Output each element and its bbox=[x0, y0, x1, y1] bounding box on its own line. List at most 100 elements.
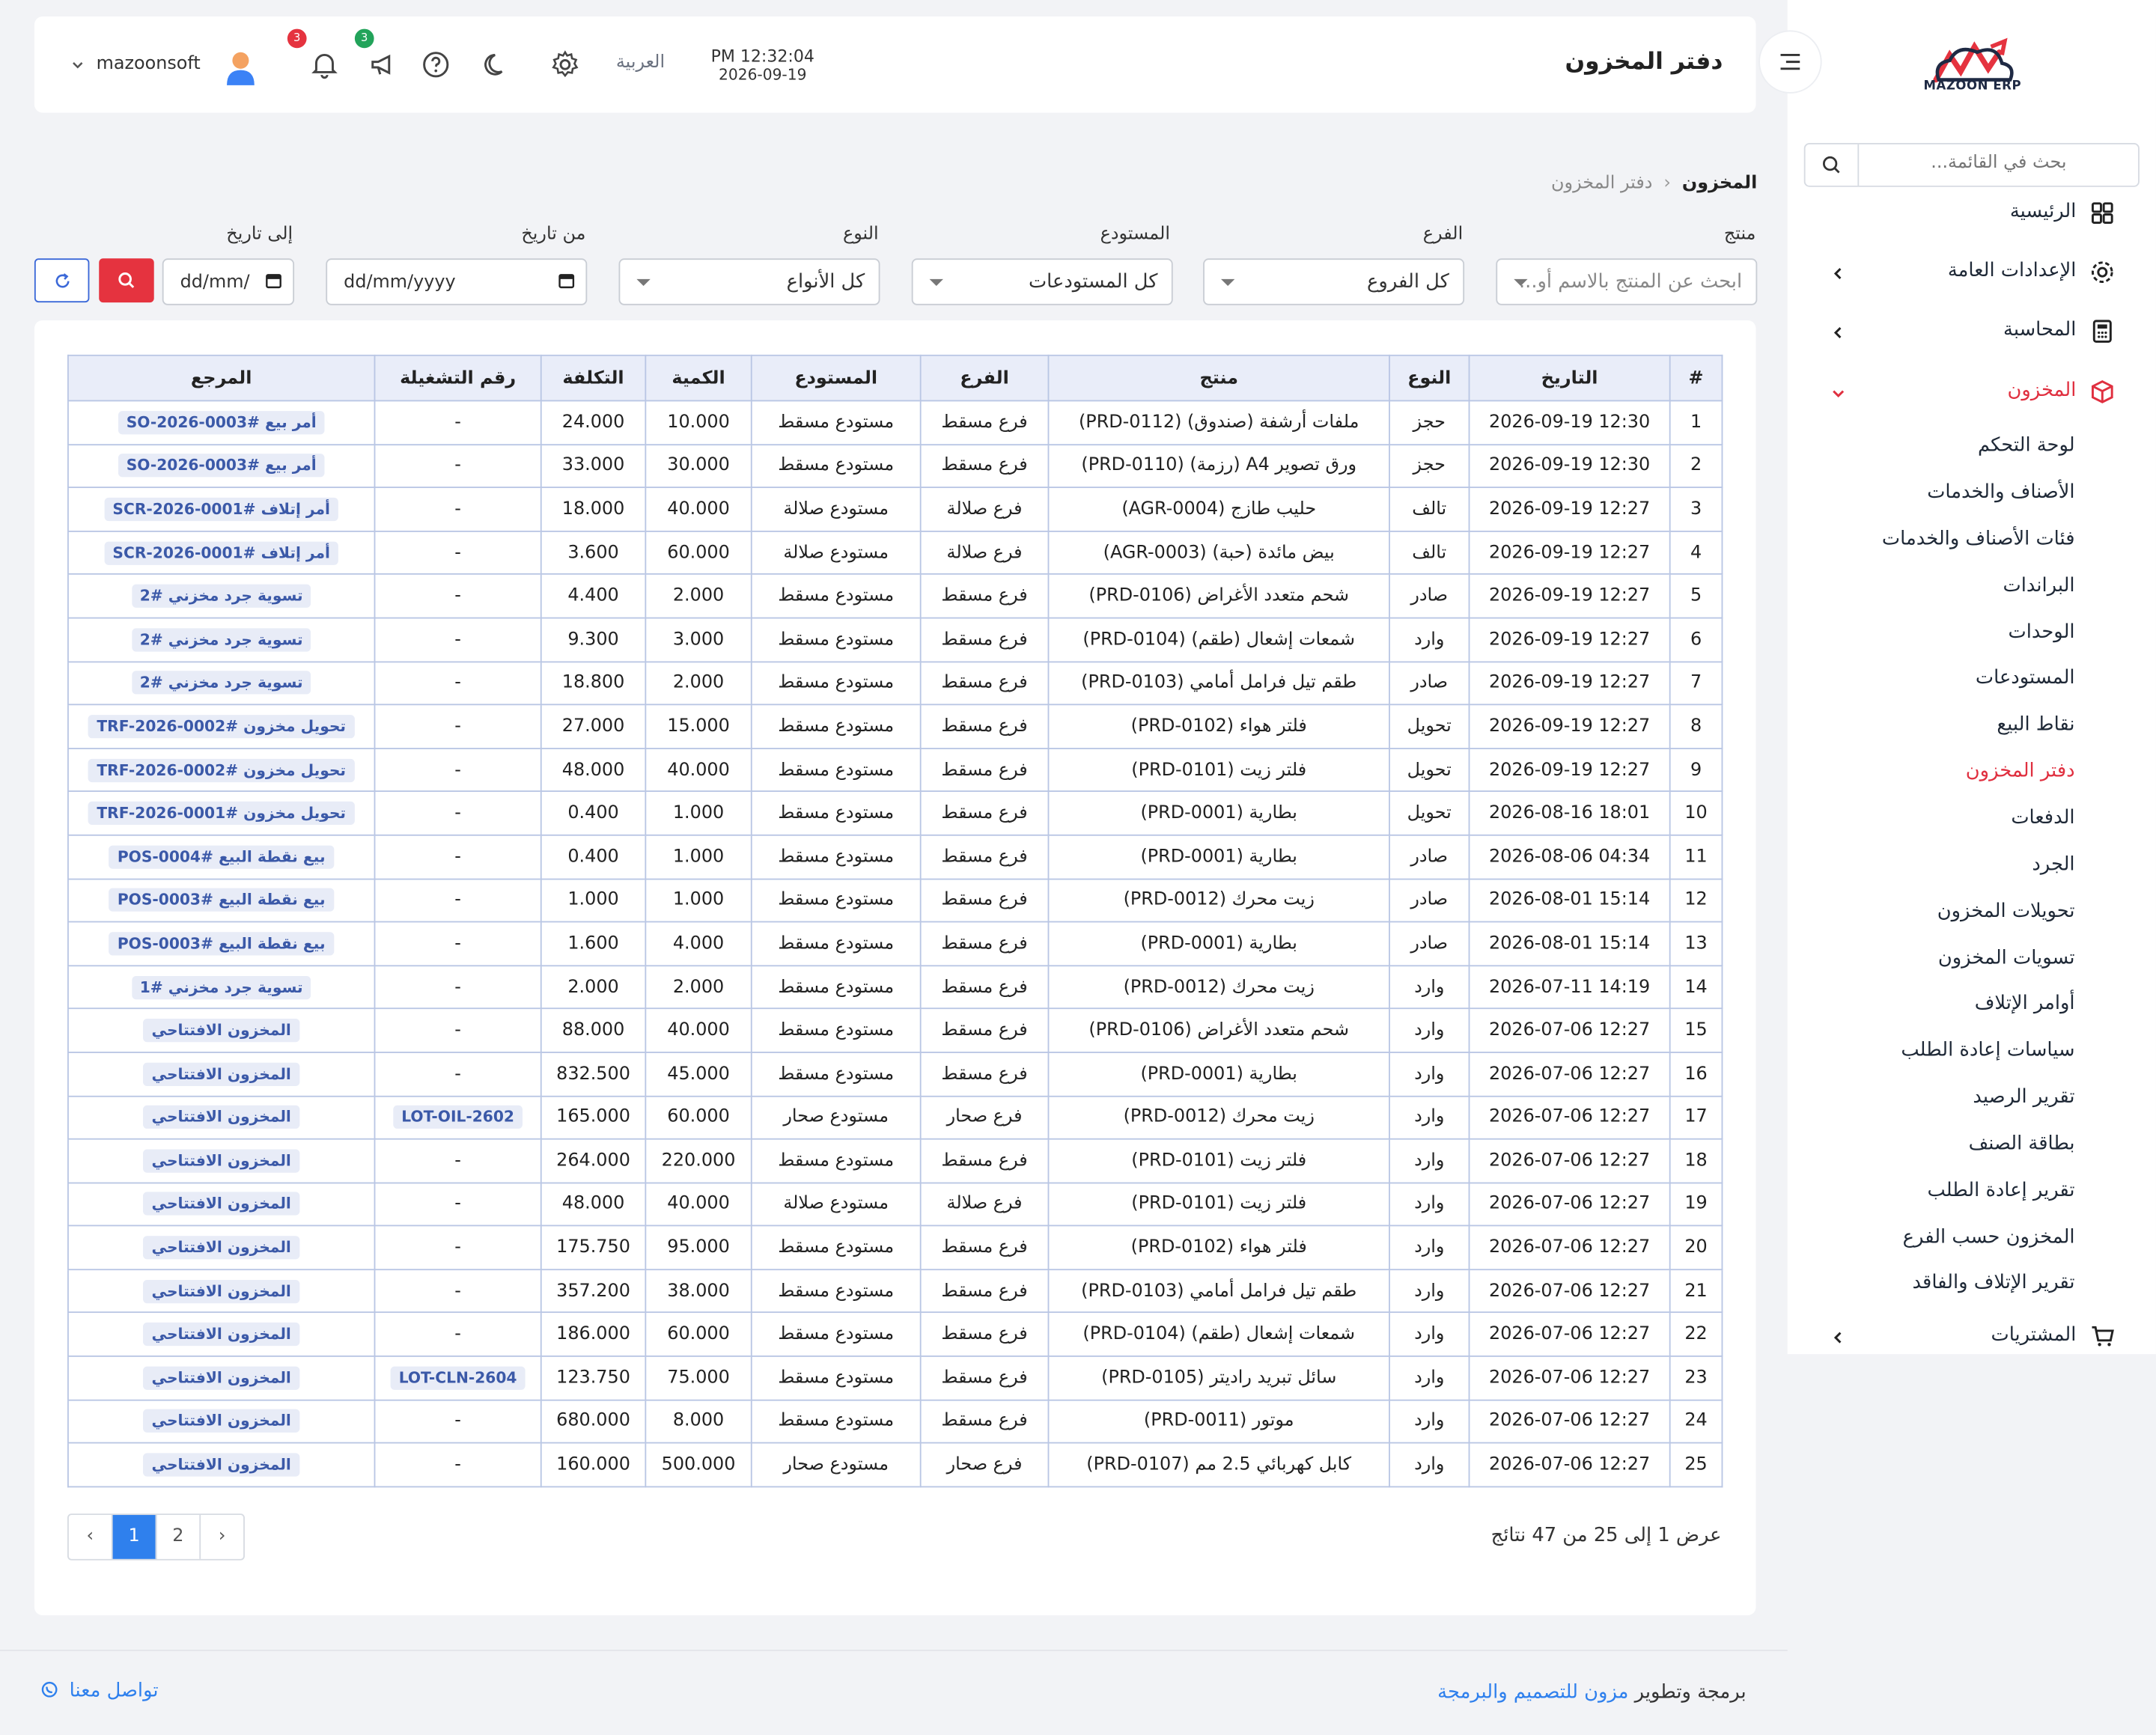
column-header[interactable]: التكلفة bbox=[540, 354, 647, 402]
column-header[interactable]: الكمية bbox=[645, 354, 752, 402]
sidebar-search[interactable] bbox=[1803, 143, 2140, 187]
warehouse-filter-label: المستودع bbox=[1100, 224, 1171, 245]
column-header[interactable]: الفرع bbox=[919, 354, 1050, 402]
reference-link[interactable]: المخزون الافتتاحي bbox=[143, 1323, 299, 1347]
from-date-input[interactable]: dd/mm/yyyy bbox=[326, 258, 588, 305]
to-date-input[interactable]: dd/mm/ bbox=[162, 258, 295, 305]
reference-link[interactable]: تسوية جرد مخزني #2 bbox=[131, 584, 311, 609]
sidebar-subitem-units[interactable]: الوحدات bbox=[2009, 621, 2075, 643]
column-header[interactable]: رقم التشغيلة bbox=[374, 354, 542, 402]
sidebar-subitem-adjustments[interactable]: تسويات المخزون bbox=[1938, 947, 2075, 969]
reference-link[interactable]: تسوية جرد مخزني #2 bbox=[131, 671, 311, 695]
cell-batch-number: - bbox=[374, 660, 542, 706]
sidebar-subitem-stocktake[interactable]: الجرد bbox=[2032, 854, 2074, 876]
prev-page-button[interactable]: ‹ bbox=[69, 1515, 113, 1559]
cell-warehouse: مستودع مسقط bbox=[750, 1225, 922, 1270]
next-page-button[interactable]: › bbox=[201, 1515, 243, 1559]
reference-link[interactable]: بيع نقطة البيع #POS-0003 bbox=[109, 888, 334, 912]
sidebar-subitem-warehouses[interactable]: المستودعات bbox=[1976, 667, 2075, 689]
reference-link[interactable]: بيع نقطة البيع #POS-0004 bbox=[109, 845, 334, 869]
help-icon[interactable] bbox=[421, 49, 451, 79]
search-button[interactable] bbox=[99, 258, 154, 303]
warehouse-filter[interactable]: كل المستودعات bbox=[911, 258, 1173, 305]
reference-link[interactable]: أمر بيع #SO-2026-0003 bbox=[118, 454, 325, 478]
sidebar-subitem-reorder-policies[interactable]: سياسات إعادة الطلب bbox=[1901, 1040, 2074, 1061]
reference-link[interactable]: أمر بيع #SO-2026-0003 bbox=[118, 410, 325, 435]
sidebar-subitem-transfers[interactable]: تحويلات المخزون bbox=[1937, 900, 2075, 922]
moon-icon[interactable] bbox=[481, 49, 511, 79]
sidebar-subitem-scrap-orders[interactable]: أوامر الإتلاف bbox=[1975, 992, 2075, 1014]
cell-batch-number: - bbox=[374, 1225, 542, 1270]
branch-filter[interactable]: كل الفروع bbox=[1203, 258, 1465, 305]
column-header[interactable]: التاريخ bbox=[1468, 354, 1671, 402]
product-filter[interactable]: ابحث عن المنتج بالاسم أو... bbox=[1496, 258, 1758, 305]
column-header[interactable]: المرجع bbox=[67, 354, 376, 402]
reference-link[interactable]: تحويل مخزون #TRF-2026-0002 bbox=[88, 758, 355, 782]
megaphone-icon[interactable] bbox=[368, 49, 398, 79]
reference-link[interactable]: المخزون الافتتاحي bbox=[143, 1062, 299, 1086]
reference-link[interactable]: المخزون الافتتاحي bbox=[143, 1236, 299, 1260]
type-filter[interactable]: كل الأنواع bbox=[618, 258, 880, 305]
reset-button[interactable] bbox=[34, 258, 90, 303]
breadcrumb-separator: ‹ bbox=[1663, 173, 1671, 194]
sidebar-subitem-stock-by-branch[interactable]: المخزون حسب الفرع bbox=[1903, 1226, 2075, 1248]
reference-link[interactable]: المخزون الافتتاحي bbox=[143, 1279, 299, 1303]
gear-icon[interactable] bbox=[550, 49, 580, 79]
sidebar-subitem-batches[interactable]: الدفعات bbox=[2011, 807, 2074, 829]
sidebar-subitem-reorder-report[interactable]: تقرير إعادة الطلب bbox=[1927, 1180, 2074, 1201]
sidebar-subitem-scrap-report[interactable]: تقرير الإتلاف والفاقد bbox=[1913, 1272, 2075, 1293]
sidebar-subitem-stock-ledger[interactable]: دفتر المخزون bbox=[1966, 760, 2075, 782]
chevron-down-icon[interactable] bbox=[72, 59, 85, 72]
column-header[interactable]: منتج bbox=[1047, 354, 1390, 402]
column-header[interactable]: # bbox=[1669, 354, 1723, 402]
cell-row-number: 1 bbox=[1669, 400, 1723, 445]
reference-link[interactable]: تسوية جرد مخزني #1 bbox=[131, 975, 311, 999]
reference-link[interactable]: بيع نقطة البيع #POS-0003 bbox=[109, 932, 334, 956]
sidebar-subitem-balance-report[interactable]: تقرير الرصيد bbox=[1973, 1086, 2074, 1108]
cell-warehouse: مستودع صلالة bbox=[750, 487, 922, 532]
sidebar-subitem-item-categories[interactable]: فئات الأصناف والخدمات bbox=[1882, 528, 2075, 549]
page-button-1[interactable]: 1 bbox=[112, 1515, 157, 1559]
reference-link[interactable]: تسوية جرد مخزني #2 bbox=[131, 627, 311, 652]
calendar-icon[interactable] bbox=[558, 272, 575, 289]
column-header[interactable]: المستودع bbox=[750, 354, 922, 402]
cell-type: تحويل bbox=[1389, 747, 1470, 793]
cell-branch: فرع مسقط bbox=[919, 1225, 1050, 1270]
sidebar-subitem-items[interactable]: الأصناف والخدمات bbox=[1927, 481, 2074, 503]
column-header[interactable]: النوع bbox=[1389, 354, 1470, 402]
sidebar-subitem-pos[interactable]: نقاط البيع bbox=[1997, 713, 2074, 735]
cell-date: 2026-08-16 18:01 bbox=[1468, 790, 1671, 836]
cell-type: حجز bbox=[1389, 443, 1470, 489]
refresh-icon bbox=[55, 273, 70, 288]
reference-link[interactable]: المخزون الافتتاحي bbox=[143, 1106, 299, 1129]
reference-link[interactable]: تحويل مخزون #TRF-2026-0001 bbox=[88, 802, 355, 826]
reference-link[interactable]: المخزون الافتتاحي bbox=[143, 1366, 299, 1390]
breadcrumb-root[interactable]: المخزون bbox=[1682, 173, 1757, 194]
avatar[interactable] bbox=[223, 48, 259, 86]
reference-link[interactable]: المخزون الافتتاحي bbox=[143, 1453, 299, 1477]
footer-credit-link[interactable]: مزون للتصميم والبرمجة bbox=[1437, 1681, 1628, 1703]
sidebar-subitem-brands[interactable]: البراندات bbox=[2003, 575, 2074, 597]
bell-icon[interactable] bbox=[309, 49, 339, 79]
language-switcher[interactable]: العربية bbox=[616, 52, 665, 73]
contact-link[interactable]: تواصل معنا bbox=[41, 1680, 159, 1702]
sidebar-subitem-dashboard[interactable]: لوحة التحكم bbox=[1978, 434, 2075, 456]
calendar-icon[interactable] bbox=[265, 272, 281, 289]
reference-link[interactable]: المخزون الافتتاحي bbox=[143, 1019, 299, 1043]
search-icon[interactable] bbox=[1806, 144, 1860, 186]
cell-branch: فرع مسقط bbox=[919, 964, 1050, 1010]
cell-batch-number: - bbox=[374, 400, 542, 445]
reference-link[interactable]: تحويل مخزون #TRF-2026-0002 bbox=[88, 714, 355, 739]
sidebar-toggle-button[interactable] bbox=[1759, 31, 1821, 93]
cell-cost: 832.500 bbox=[540, 1051, 647, 1097]
sidebar-subitem-item-card[interactable]: بطاقة الصنف bbox=[1969, 1132, 2075, 1154]
reference-link[interactable]: أمر إتلاف #SCR-2026-0001 bbox=[104, 540, 338, 565]
user-menu[interactable]: mazoonsoft bbox=[97, 54, 201, 75]
cell-cost: 0.400 bbox=[540, 790, 647, 836]
reference-link[interactable]: المخزون الافتتاحي bbox=[143, 1409, 299, 1433]
page-button-2[interactable]: 2 bbox=[156, 1515, 201, 1559]
reference-link[interactable]: أمر إتلاف #SCR-2026-0001 bbox=[104, 497, 338, 522]
cell-quantity: 40.000 bbox=[645, 747, 752, 793]
reference-link[interactable]: المخزون الافتتاحي bbox=[143, 1192, 299, 1216]
reference-link[interactable]: المخزون الافتتاحي bbox=[143, 1149, 299, 1173]
